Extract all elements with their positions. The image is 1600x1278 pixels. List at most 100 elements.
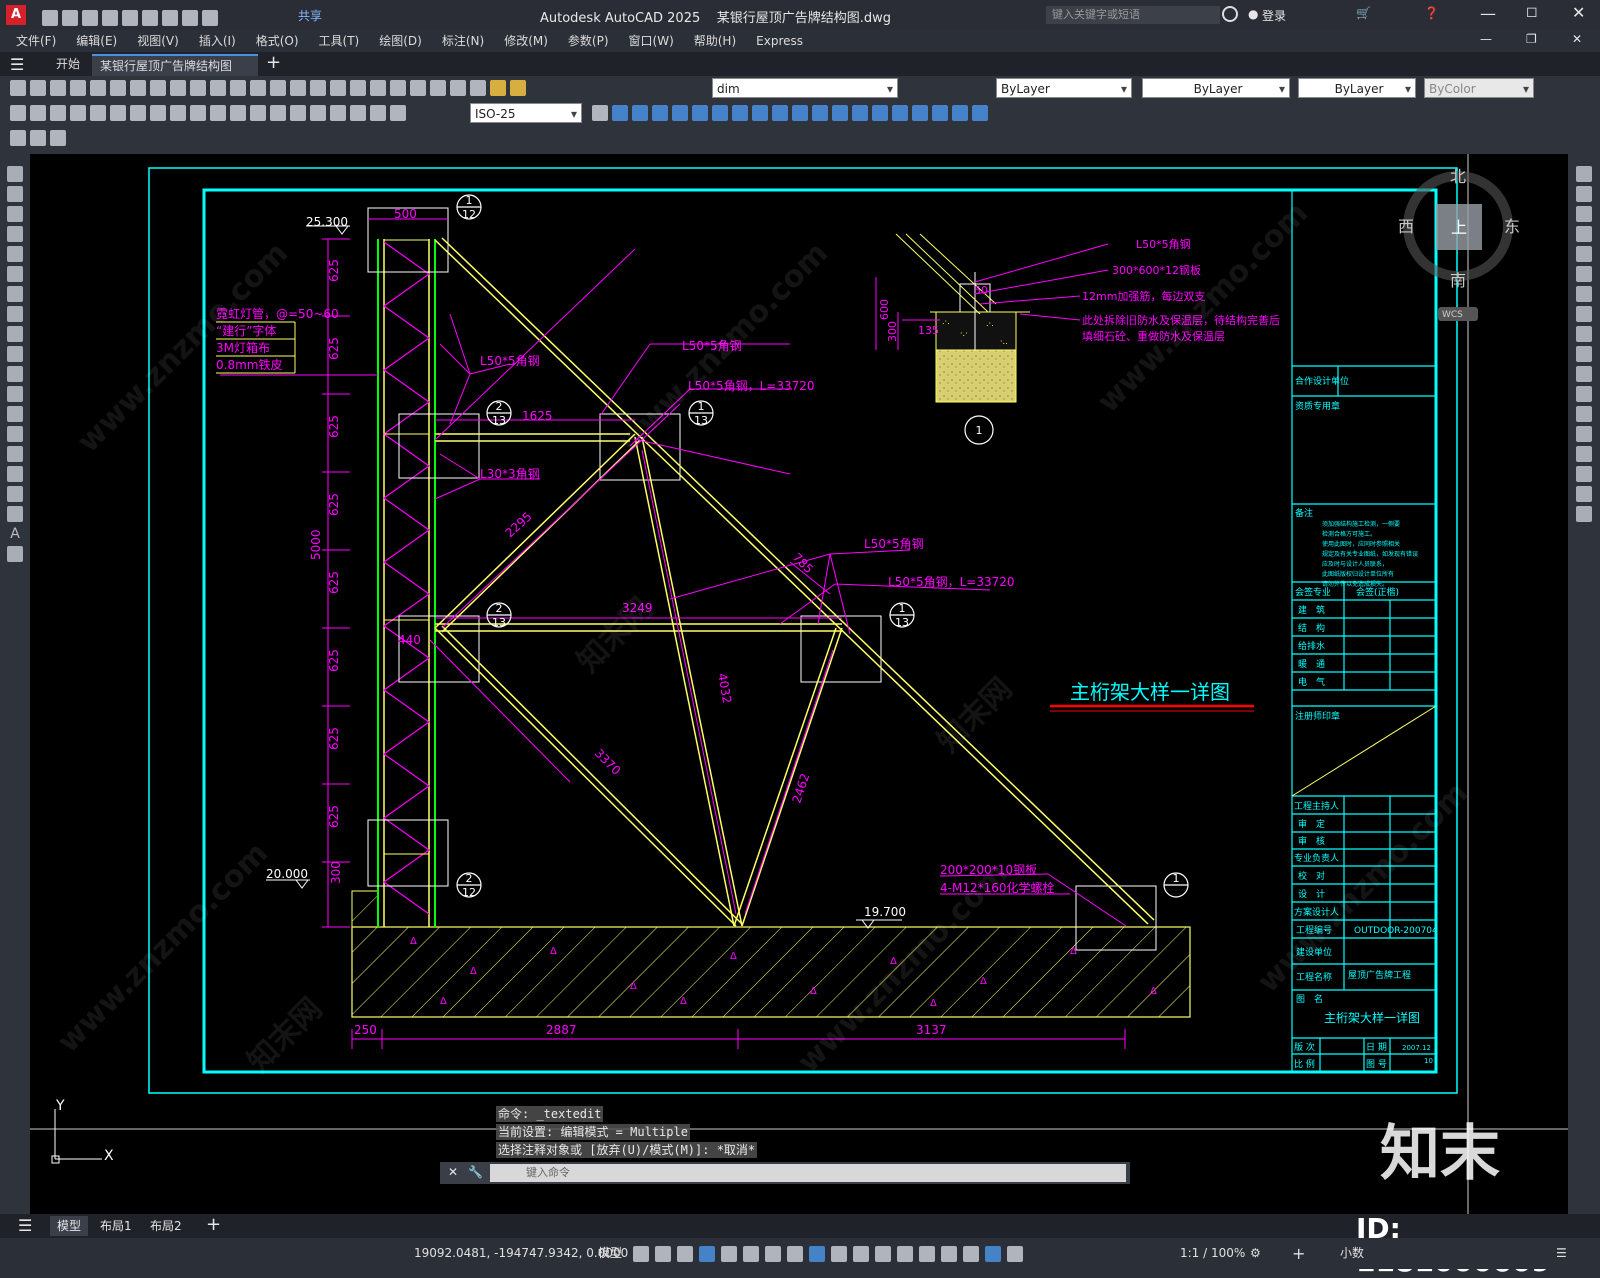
menu-item-12[interactable]: Express [746,30,813,52]
insert-block-icon[interactable] [7,386,23,402]
open-file-icon[interactable] [62,10,78,26]
snap-icon[interactable] [655,1246,671,1262]
polar-icon[interactable] [743,1246,759,1262]
scale-tool-icon[interactable] [1576,306,1592,322]
3dosnap-icon[interactable] [897,1246,913,1262]
doc-close-button[interactable]: ✕ [1572,32,1582,46]
ucs-world-icon[interactable] [832,105,848,121]
move-tool-icon[interactable] [1576,266,1592,282]
dim-continue-icon[interactable] [210,105,226,121]
menu-item-3[interactable]: 插入(I) [189,30,246,52]
line-tool-icon[interactable] [7,166,23,182]
markup-icon[interactable] [410,80,426,96]
dynamic-input-icon[interactable] [699,1246,715,1262]
undo2-icon[interactable] [210,80,226,96]
view-back-icon[interactable] [712,105,728,121]
stretch-tool-icon[interactable] [1576,326,1592,342]
menu-item-0[interactable]: 文件(F) [6,30,66,52]
ucs-3point-icon[interactable] [972,105,988,121]
tab-model[interactable]: 模型 [50,1216,88,1236]
layer-dropdown[interactable]: dim ▾ [712,78,898,98]
osnap-icon[interactable] [809,1246,825,1262]
tab-layout1[interactable]: 布局1 [100,1216,132,1236]
linetype-dropdown[interactable]: ByLayer ▾ [1142,78,1290,98]
dim-arc-icon[interactable] [50,105,66,121]
tolerance-icon[interactable] [270,105,286,121]
view-top-icon[interactable] [612,105,628,121]
open-icon[interactable] [30,80,46,96]
open-web-icon[interactable] [122,10,138,26]
command-input[interactable]: 键入命令 [490,1164,1126,1182]
block-edit-icon[interactable] [10,130,26,146]
chamfer-tool-icon[interactable] [1576,446,1592,462]
zoom-window-icon[interactable] [290,80,306,96]
dim-ordinate-icon[interactable] [70,105,86,121]
redo2-icon[interactable] [230,80,246,96]
otrack-icon[interactable] [787,1246,803,1262]
join-tool-icon[interactable] [1576,426,1592,442]
blend-tool-icon[interactable] [1576,486,1592,502]
selection-filter-icon[interactable] [941,1246,957,1262]
sheetset-icon[interactable] [390,80,406,96]
menu-item-1[interactable]: 编辑(E) [66,30,127,52]
plotstyle-dropdown[interactable]: ByColor ▾ [1424,78,1534,98]
workspace-gear-icon[interactable]: ⚙ [1250,1238,1261,1269]
login-button[interactable]: 登录 [1262,7,1286,24]
layout-menu-icon[interactable]: ☰ [18,1216,32,1235]
annotation-monitor-icon[interactable]: + [1292,1238,1305,1269]
new-tab-button[interactable]: + [266,52,281,73]
hatch-tool-icon[interactable] [7,446,23,462]
array-tool-icon[interactable] [1576,246,1592,262]
menu-item-2[interactable]: 视图(V) [127,30,189,52]
paste-icon[interactable] [170,80,186,96]
ucs-face-icon[interactable] [872,105,888,121]
save-as-icon[interactable] [102,10,118,26]
annotation-visibility-icon[interactable] [985,1246,1001,1262]
break-tool-icon[interactable] [1576,406,1592,422]
dim-angular-icon[interactable] [150,105,166,121]
make-block-icon[interactable] [7,406,23,422]
point-tool-icon[interactable] [7,426,23,442]
layer-on-icon[interactable] [490,80,506,96]
dim-edit-icon[interactable] [350,105,366,121]
ucs-object-icon[interactable] [892,105,908,121]
offset-tool-icon[interactable] [1576,226,1592,242]
view-sw-icon[interactable] [732,105,748,121]
ucs-previous-icon[interactable] [852,105,868,121]
save2-icon[interactable] [50,80,66,96]
xline-tool-icon[interactable] [7,186,23,202]
drawing-canvas[interactable]: ΔΔΔΔΔΔΔΔΔΔΔΔΔ 1 12 2 13 1 13 2 13 1 13 2… [30,154,1568,1214]
qnew-icon[interactable] [10,80,26,96]
ellipse-tool-icon[interactable] [7,346,23,362]
app-logo-icon[interactable]: A [6,5,26,25]
gradient-tool-icon[interactable] [7,466,23,482]
share-button[interactable]: 共享 [298,7,322,24]
dim-break-icon[interactable] [250,105,266,121]
block-close-icon[interactable] [50,130,66,146]
polyline-tool-icon[interactable] [7,206,23,222]
print-icon[interactable] [70,80,86,96]
grid-icon[interactable] [633,1246,649,1262]
dim-radius-icon[interactable] [90,105,106,121]
cart-icon[interactable]: 🛒 [1356,6,1371,20]
help2-icon[interactable] [450,80,466,96]
user-icon[interactable]: ● [1248,7,1258,21]
spline-tool-icon[interactable] [7,326,23,342]
qdim-icon[interactable] [170,105,186,121]
doc-minimize-button[interactable]: — [1480,32,1492,46]
menu-item-7[interactable]: 标注(N) [432,30,494,52]
rectangle-tool-icon[interactable] [7,246,23,262]
dim-aligned-icon[interactable] [30,105,46,121]
copy-tool-icon[interactable] [1576,186,1592,202]
dynamic-ucs-icon[interactable] [919,1246,935,1262]
trim-tool-icon[interactable] [1576,346,1592,362]
units-dropdown[interactable]: 小数 [1340,1238,1364,1269]
ucs-icon[interactable] [812,105,828,121]
menu-item-5[interactable]: 工具(T) [309,30,370,52]
revcloud-tool-icon[interactable] [7,306,23,322]
auto-scale-icon[interactable] [1007,1246,1023,1262]
explode-tool-icon[interactable] [1576,506,1592,522]
jogged-linear-icon[interactable] [330,105,346,121]
designcenter-icon[interactable] [350,80,366,96]
view-bottom-icon[interactable] [632,105,648,121]
